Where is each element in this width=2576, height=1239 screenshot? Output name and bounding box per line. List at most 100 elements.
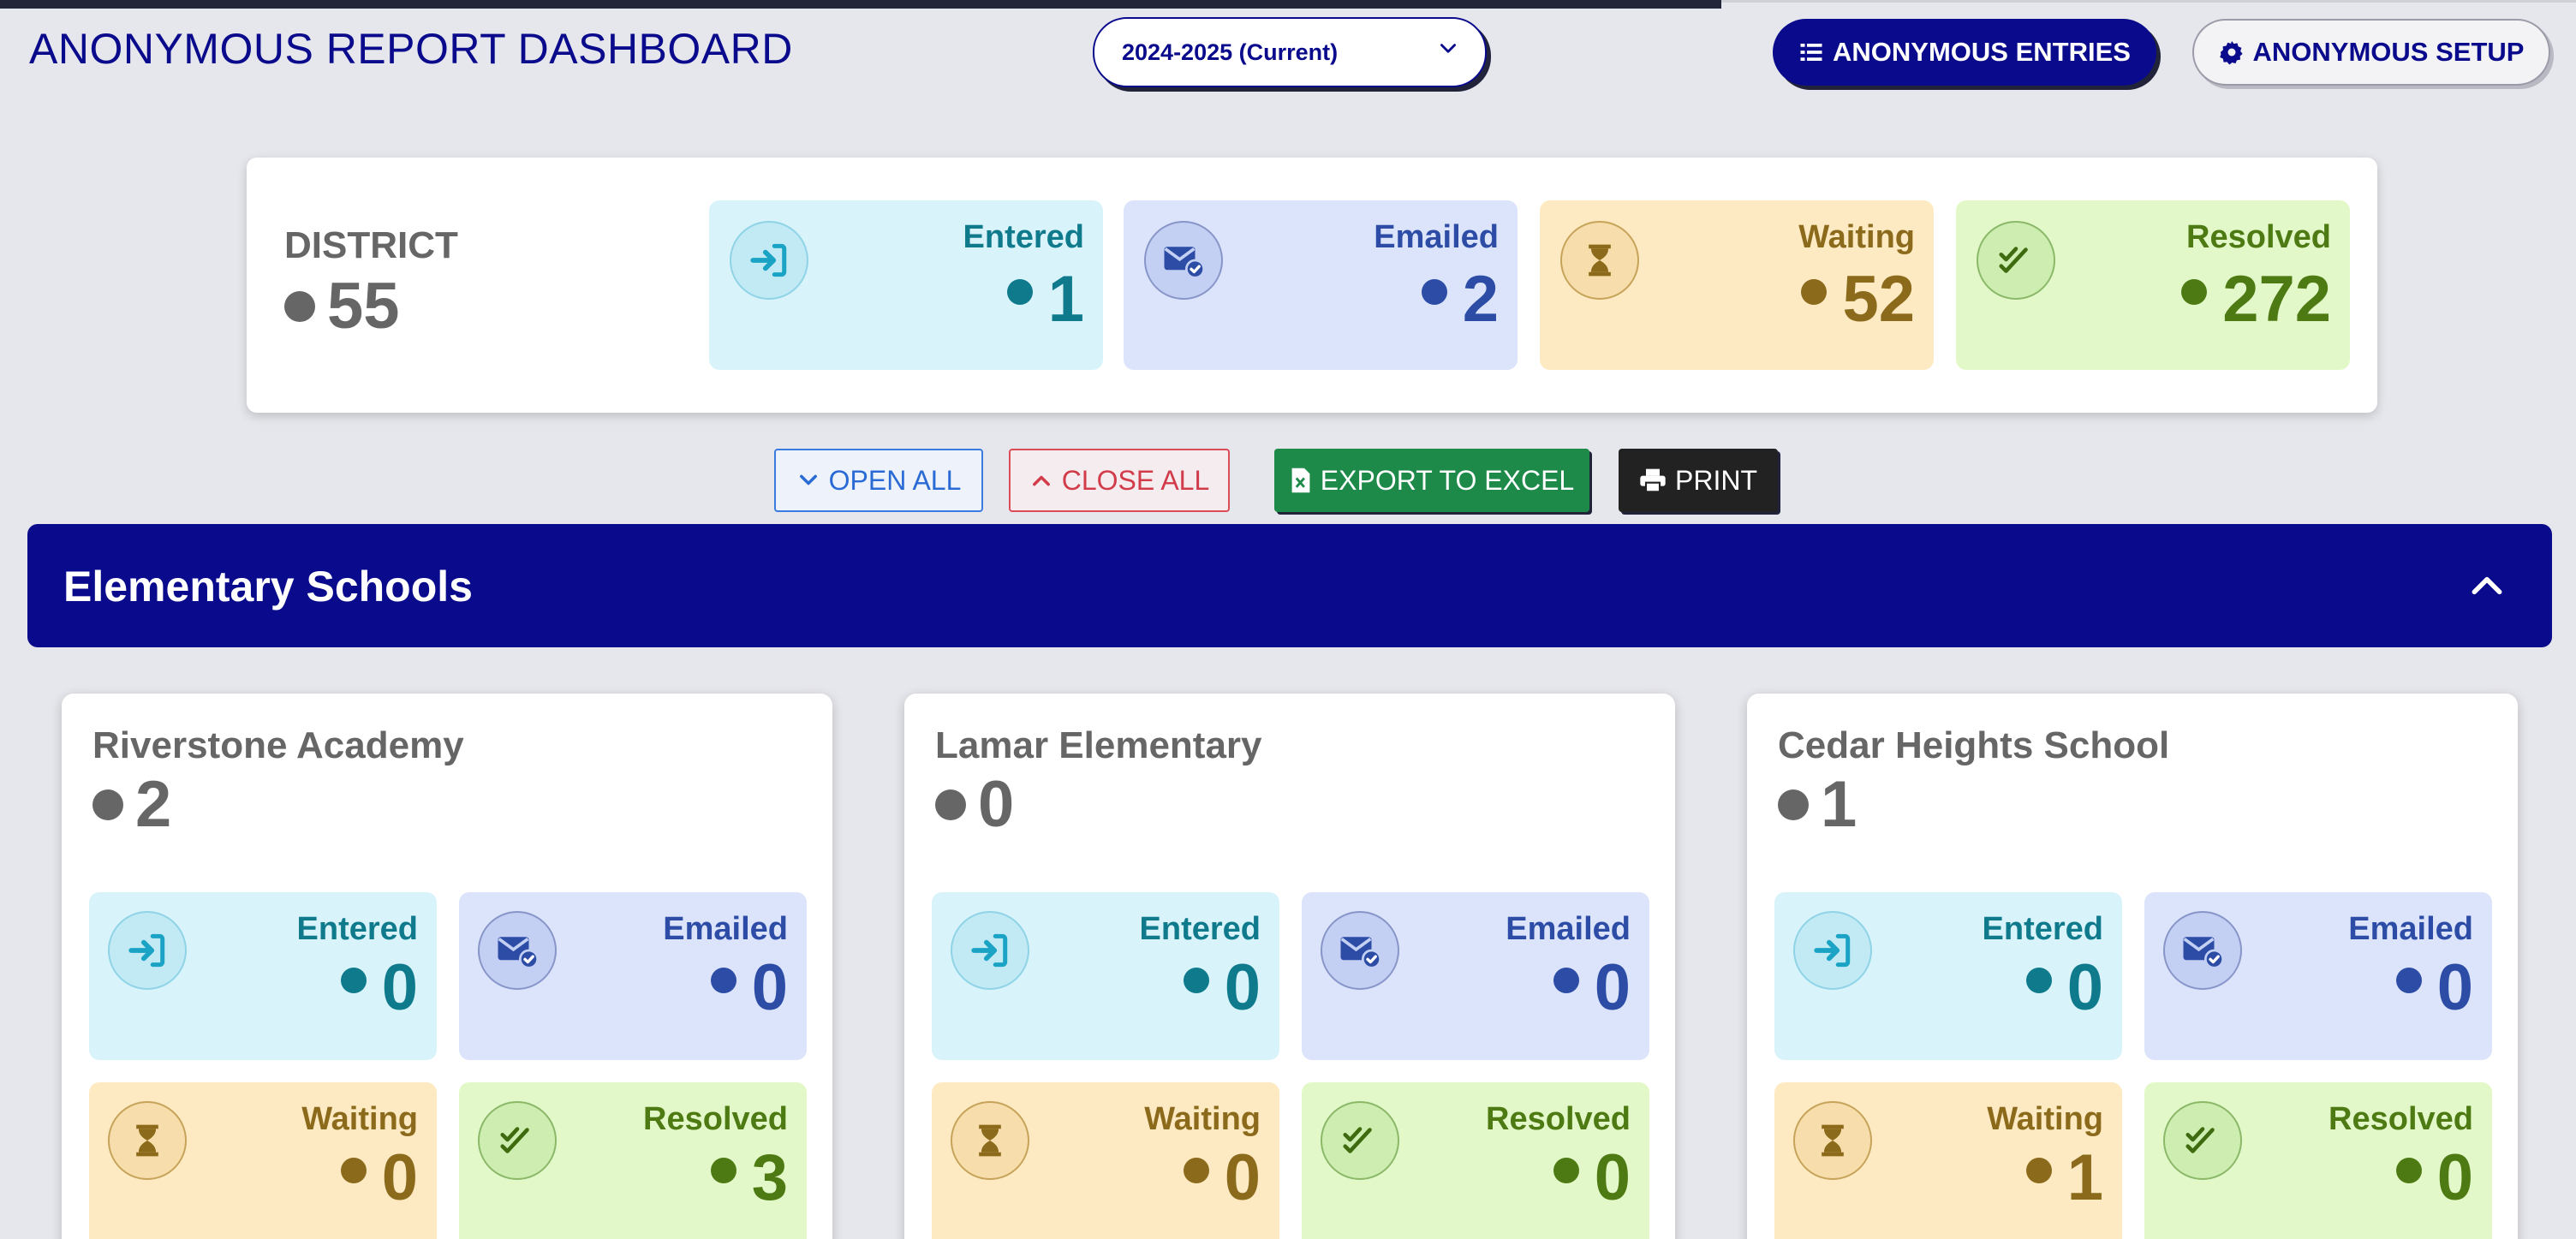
waiting-label: Waiting (1798, 219, 1915, 255)
resolved-label: Resolved (1486, 1101, 1631, 1137)
school-card: Lamar Elementary 0 Entered 0 Emailed 0 W… (904, 694, 1675, 1239)
print-button[interactable]: PRINT (1619, 449, 1778, 512)
anonymous-setup-button[interactable]: ANONYMOUS SETUP (2192, 19, 2550, 86)
emailed-value: 0 (1594, 951, 1631, 1024)
school-entered-tile[interactable]: Entered 0 (89, 892, 437, 1060)
chevron-down-icon (799, 474, 817, 485)
school-emailed-tile[interactable]: Emailed 0 (2144, 892, 2492, 1060)
open-all-button[interactable]: OPEN ALL (774, 449, 983, 512)
status-dot (2395, 967, 2422, 993)
resolved-value-row: 0 (1553, 1141, 1631, 1215)
chevron-up-icon[interactable] (2468, 567, 2506, 605)
status-dot (1421, 278, 1447, 305)
envelope-check-icon (1321, 911, 1399, 990)
anonymous-setup-label: ANONYMOUS SETUP (2252, 37, 2525, 67)
waiting-value-row: 52 (1801, 262, 1915, 337)
school-emailed-tile[interactable]: Emailed 0 (1302, 892, 1649, 1060)
excel-file-icon (1291, 468, 1310, 493)
gear-icon (2219, 40, 2243, 65)
entered-value: 0 (2066, 951, 2103, 1024)
emailed-value: 2 (1462, 263, 1499, 336)
status-dot (1006, 278, 1033, 305)
district-emailed-tile[interactable]: Emailed 2 (1124, 200, 1518, 370)
sign-in-icon (108, 911, 187, 990)
status-dot (710, 967, 736, 993)
school-waiting-tile[interactable]: Waiting 0 (89, 1082, 437, 1239)
school-entered-tile[interactable]: Entered 0 (932, 892, 1279, 1060)
status-dot (1183, 967, 1209, 993)
school-resolved-tile[interactable]: Resolved 0 (1302, 1082, 1649, 1239)
emailed-label: Emailed (1374, 219, 1499, 255)
school-year-select[interactable]: 2024-2025 (Current) (1093, 17, 1487, 87)
school-name: Riverstone Academy (92, 724, 464, 766)
district-resolved-tile[interactable]: Resolved 272 (1956, 200, 2350, 370)
emailed-value-row: 0 (710, 950, 788, 1025)
double-check-icon (1321, 1101, 1399, 1180)
printer-icon (1640, 468, 1666, 493)
status-dot (1778, 789, 1809, 820)
status-dot (1183, 1157, 1209, 1183)
elementary-schools-section-header[interactable]: Elementary Schools (27, 524, 2552, 647)
sign-in-icon (730, 221, 808, 300)
entered-value: 0 (381, 951, 418, 1024)
status-dot (710, 1157, 736, 1183)
district-entered-tile[interactable]: Entered 1 (709, 200, 1103, 370)
resolved-value-row: 0 (2395, 1141, 2473, 1215)
anonymous-entries-button[interactable]: ANONYMOUS ENTRIES (1773, 19, 2156, 86)
open-all-label: OPEN ALL (828, 464, 962, 496)
status-dot (2025, 967, 2052, 993)
double-check-icon (2163, 1101, 2242, 1180)
close-all-button[interactable]: CLOSE ALL (1009, 449, 1230, 512)
chevron-up-icon (1032, 475, 1050, 486)
district-waiting-tile[interactable]: Waiting 52 (1540, 200, 1934, 370)
emailed-value: 0 (2436, 951, 2473, 1024)
district-label: DISTRICT (284, 224, 458, 266)
school-waiting-tile[interactable]: Waiting 1 (1774, 1082, 2122, 1239)
waiting-label: Waiting (1144, 1101, 1261, 1137)
hourglass-icon (951, 1101, 1029, 1180)
chevron-down-icon (1440, 44, 1456, 53)
district-total-value: 55 (327, 270, 400, 343)
school-total: 1 (1778, 767, 1857, 842)
school-resolved-tile[interactable]: Resolved 3 (459, 1082, 807, 1239)
emailed-label: Emailed (2348, 911, 2473, 947)
district-total: 55 (284, 269, 400, 343)
entered-value-row: 0 (2025, 950, 2103, 1025)
school-total-value: 2 (135, 768, 172, 841)
status-dot (1801, 278, 1828, 305)
school-total-value: 0 (978, 768, 1015, 841)
sign-in-icon (1793, 911, 1872, 990)
waiting-value: 0 (1224, 1141, 1261, 1214)
emailed-label: Emailed (1506, 911, 1631, 947)
school-card: Cedar Heights School 1 Entered 0 Emailed… (1747, 694, 2518, 1239)
export-to-excel-button[interactable]: EXPORT TO EXCEL (1274, 449, 1589, 512)
hourglass-icon (1793, 1101, 1872, 1180)
waiting-value: 52 (1842, 263, 1915, 336)
school-waiting-tile[interactable]: Waiting 0 (932, 1082, 1279, 1239)
double-check-icon (478, 1101, 557, 1180)
status-dot (92, 789, 123, 820)
entered-value: 0 (1224, 951, 1261, 1024)
entered-label: Entered (963, 219, 1084, 255)
status-dot (1553, 967, 1579, 993)
status-dot (284, 290, 315, 322)
sign-in-icon (951, 911, 1029, 990)
waiting-value-row: 0 (1183, 1141, 1261, 1215)
resolved-value-row: 3 (710, 1141, 788, 1215)
district-summary-card: DISTRICT 55 Entered 1 Emailed 2 Waiting (247, 158, 2377, 413)
status-dot (2395, 1157, 2422, 1183)
emailed-value-row: 2 (1421, 262, 1499, 337)
export-label: EXPORT TO EXCEL (1320, 464, 1575, 496)
emailed-value: 0 (751, 951, 788, 1024)
waiting-value-row: 1 (2025, 1141, 2103, 1215)
school-resolved-tile[interactable]: Resolved 0 (2144, 1082, 2492, 1239)
school-entered-tile[interactable]: Entered 0 (1774, 892, 2122, 1060)
hourglass-icon (108, 1101, 187, 1180)
school-emailed-tile[interactable]: Emailed 0 (459, 892, 807, 1060)
print-label: PRINT (1675, 464, 1757, 496)
resolved-label: Resolved (2186, 219, 2331, 255)
waiting-value: 1 (2066, 1141, 2103, 1214)
school-name: Lamar Elementary (935, 724, 1262, 766)
school-name: Cedar Heights School (1778, 724, 2170, 766)
waiting-label: Waiting (1987, 1101, 2103, 1137)
